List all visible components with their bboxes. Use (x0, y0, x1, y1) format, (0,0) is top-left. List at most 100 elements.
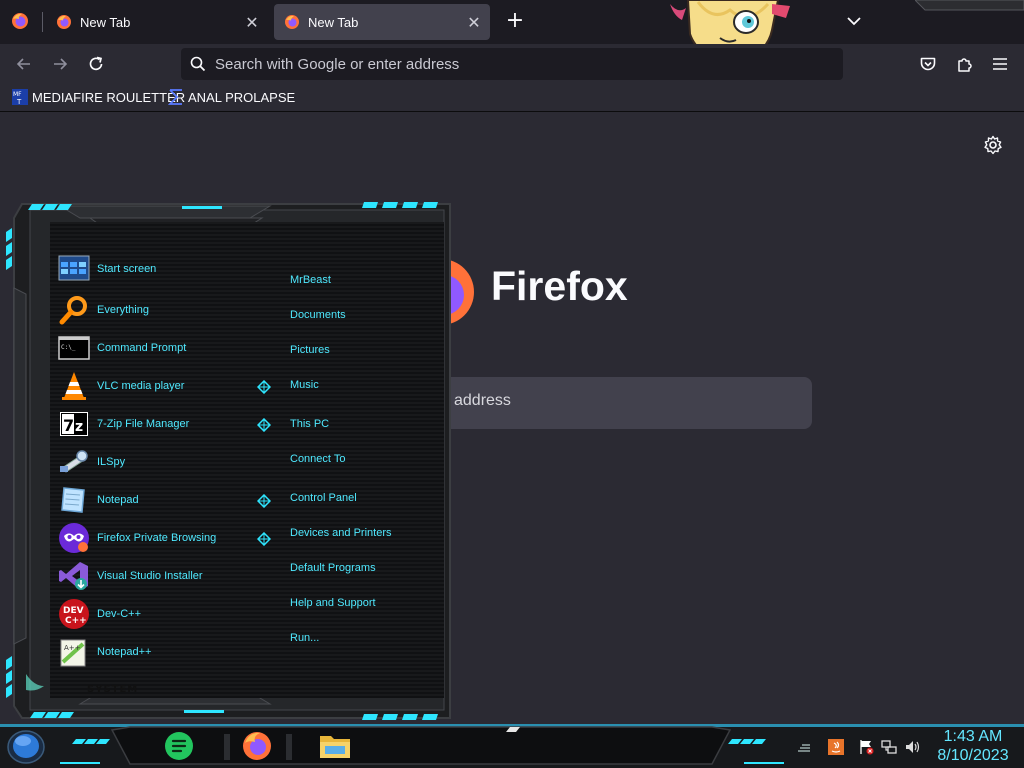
program-command-prompt[interactable]: C:\_ Command Prompt (58, 331, 186, 365)
program-firefox-private-browsing[interactable]: Firefox Private Browsing (58, 521, 216, 555)
notes-app-icon[interactable] (162, 730, 196, 762)
place-this-pc[interactable]: This PC (290, 418, 329, 430)
start-menu: Start screen Everything C:\_ Command Pro… (0, 198, 458, 722)
ilspy-icon (60, 450, 88, 473)
program-start-screen[interactable]: Start screen (58, 252, 156, 286)
reload-icon[interactable] (82, 50, 110, 78)
program-notepad-plus-plus[interactable]: A++ Notepad++ (58, 635, 151, 669)
network-icon[interactable] (881, 739, 897, 755)
submenu-diamond-icon (257, 532, 271, 546)
program-label: Firefox Private Browsing (97, 532, 217, 544)
volume-icon[interactable] (905, 739, 921, 755)
pocket-icon[interactable] (914, 50, 942, 78)
program-label: Notepad++ (97, 646, 152, 658)
svg-text:z: z (75, 419, 83, 435)
program-dev-cpp[interactable]: DEV C++ Dev-C++ (58, 597, 141, 631)
notepad-icon (61, 487, 85, 513)
close-tab-icon[interactable]: ✕ (462, 10, 486, 34)
firefox-favicon-icon (57, 15, 71, 29)
program-vlc-media-player[interactable]: VLC media player (58, 369, 184, 403)
start-orb-button[interactable] (7, 730, 45, 764)
bookmarks-toolbar: MF T MEDIAFIRE ROULETTER ANAL PROLAPSE (0, 84, 1024, 112)
program-ilspy[interactable]: ILSpy (58, 445, 125, 479)
notepadpp-icon: A++ (60, 639, 86, 667)
place-devices-and-printers[interactable]: Devices and Printers (290, 527, 392, 539)
firefox-favicon-icon (285, 15, 299, 29)
clock-date: 8/10/2023 (937, 747, 1009, 764)
taskbar: 1:43 AM 8/10/2023 (0, 724, 1024, 768)
start-screen-icon (58, 255, 90, 281)
back-arrow-icon[interactable] (10, 50, 38, 78)
place-control-panel[interactable]: Control Panel (290, 492, 357, 504)
program-visual-studio-installer[interactable]: Visual Studio Installer (58, 559, 203, 593)
url-input[interactable] (215, 55, 815, 73)
svg-text:C:\_: C:\_ (61, 344, 76, 351)
bookmark-anal-prolapse[interactable]: ANAL PROLAPSE (168, 89, 295, 105)
place-music[interactable]: Music (290, 379, 319, 391)
hamburger-menu-icon[interactable] (986, 50, 1014, 78)
svg-text:C++: C++ (65, 616, 87, 626)
window-frame-decoration (915, 0, 1024, 11)
newtab-search-box[interactable]: address (400, 377, 812, 429)
program-label: ILSpy (97, 456, 126, 468)
svg-text:A++: A++ (64, 644, 81, 652)
place-default-programs[interactable]: Default Programs (290, 562, 376, 574)
system-clock[interactable]: 1:43 AM 8/10/2023 (930, 727, 1016, 765)
action-center-flag-icon[interactable] (858, 739, 874, 755)
svg-text:MF: MF (13, 91, 22, 98)
navigation-toolbar (0, 44, 1024, 84)
7zip-icon: 7 z (60, 412, 88, 436)
program-label: Dev-C++ (97, 608, 142, 620)
extensions-icon[interactable] (950, 50, 978, 78)
program-everything[interactable]: Everything (58, 293, 149, 327)
file-explorer-icon[interactable] (318, 730, 352, 762)
svg-text:T: T (16, 98, 22, 105)
chevron-down-icon[interactable] (842, 9, 866, 33)
tab-label: New Tab (80, 14, 131, 30)
mediafire-icon: MF T (12, 89, 28, 105)
tab-new-tab-2[interactable]: New Tab ✕ (274, 4, 490, 40)
program-label: VLC media player (97, 380, 185, 392)
program-label: Everything (97, 304, 149, 316)
place-connect-to[interactable]: Connect To (290, 453, 345, 465)
close-tab-icon[interactable]: ✕ (240, 10, 264, 34)
start-menu-panel: Start screen Everything C:\_ Command Pro… (50, 222, 444, 698)
bookmark-mediafire-rouletter[interactable]: MF T MEDIAFIRE ROULETTER (12, 89, 185, 105)
tab-label: New Tab (308, 14, 359, 30)
submenu-diamond-icon (257, 494, 271, 508)
devcpp-icon: DEV C++ (59, 599, 89, 629)
firefox-view-icon[interactable] (10, 11, 30, 31)
svg-text:DEV: DEV (63, 606, 84, 616)
program-notepad[interactable]: Notepad (58, 483, 139, 517)
svg-text:7: 7 (63, 416, 74, 435)
newtab-search-placeholder: address (454, 392, 511, 409)
tab-new-tab-1[interactable]: New Tab ✕ (46, 4, 268, 40)
java-icon[interactable] (828, 739, 844, 755)
program-label: 7-Zip File Manager (97, 418, 190, 430)
clock-time: 1:43 AM (943, 728, 1003, 745)
vs-installer-icon (59, 562, 88, 590)
program-7zip-file-manager[interactable]: 7 z 7-Zip File Manager (58, 407, 189, 441)
program-label: Notepad (97, 494, 139, 506)
place-pictures[interactable]: Pictures (290, 344, 330, 356)
tab-separator (42, 12, 43, 32)
private-browsing-icon (59, 523, 89, 553)
plus-icon[interactable]: + (502, 8, 528, 36)
magnifier-icon (59, 296, 87, 325)
place-help-and-support[interactable]: Help and Support (290, 597, 376, 609)
program-label: Command Prompt (97, 342, 187, 354)
address-bar[interactable] (181, 48, 843, 80)
cmd-icon: C:\_ (58, 336, 90, 360)
show-hidden-icon[interactable] (796, 739, 812, 755)
firefox-wordmark: Firefox (491, 263, 628, 309)
firefox-icon[interactable] (240, 730, 274, 762)
program-label: Start screen (97, 263, 157, 275)
place-run[interactable]: Run... (290, 632, 319, 644)
tab-strip: New Tab ✕ New Tab ✕ + (0, 0, 1024, 62)
program-label: Visual Studio Installer (97, 570, 203, 582)
forward-arrow-icon[interactable] (46, 50, 74, 78)
gear-icon[interactable] (983, 135, 1003, 155)
place-documents[interactable]: Documents (290, 309, 346, 321)
vlc-cone-icon (62, 372, 86, 400)
place-mrbeast[interactable]: MrBeast (290, 274, 331, 286)
